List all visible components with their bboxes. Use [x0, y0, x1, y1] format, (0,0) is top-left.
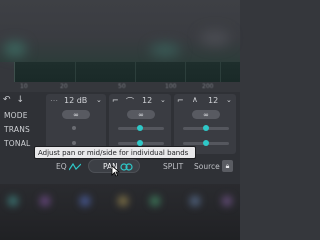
spectrum-glow [4, 42, 26, 56]
band-3-tonal-handle[interactable] [203, 140, 209, 146]
band-1-trans-knob[interactable] [72, 126, 76, 130]
tab-split-label: SPLIT [163, 162, 184, 171]
band-2-shape-icon[interactable]: ⌒ [126, 96, 134, 107]
spectrum-display[interactable] [14, 62, 240, 82]
blurred-dot [150, 196, 160, 206]
band-3-gain-label[interactable]: 12 [208, 96, 218, 105]
band-3-filter-icon[interactable]: ⌐ [177, 96, 184, 105]
grid-line [220, 62, 221, 82]
blurred-dot [190, 196, 200, 206]
band-2-trans-handle[interactable] [137, 125, 143, 131]
band-1-gain-label[interactable]: 12 dB [64, 96, 87, 105]
link-icon: ∞ [203, 110, 209, 119]
mouse-cursor-icon [111, 165, 120, 177]
band-3-mode-link[interactable]: ∞ [192, 110, 220, 119]
tab-split[interactable]: SPLIT [163, 162, 183, 171]
frequency-tick: 50 [118, 83, 126, 90]
band-2-filter-icon[interactable]: ⌐ [112, 96, 119, 105]
blurred-dot [222, 196, 232, 206]
frequency-tick: 200 [202, 83, 214, 90]
lock-icon: 🔒︎ [225, 161, 230, 170]
source-label: Source [194, 162, 220, 171]
band-1-filter-icon[interactable]: ⋯ [50, 96, 58, 105]
blurred-dot [40, 196, 50, 206]
band-3-shape-icon[interactable]: ∧ [192, 95, 198, 104]
grid-line [135, 62, 136, 82]
blurred-dot [8, 196, 18, 206]
frequency-tick: 100 [165, 83, 177, 90]
tab-eq[interactable]: EQ [56, 162, 81, 171]
frequency-tick: 10 [20, 83, 28, 90]
frequency-tick: 20 [60, 83, 68, 90]
blurred-dot [80, 196, 90, 206]
bottom-background [0, 184, 240, 240]
band-2-mode-link[interactable]: ∞ [127, 110, 155, 119]
row-label-trans: TRANS [4, 125, 30, 134]
undo-icon[interactable]: ↶ [3, 95, 11, 105]
spectrum-glow [150, 44, 180, 56]
band-3-trans-handle[interactable] [203, 125, 209, 131]
tab-eq-label: EQ [56, 162, 67, 171]
grid-line [185, 62, 186, 82]
lock-button[interactable]: 🔒︎ [222, 160, 233, 172]
panel-toolbar: ↶ ↓ [3, 95, 24, 105]
spectrum-glow [200, 30, 230, 46]
link-rings-icon [120, 162, 133, 171]
source-selector[interactable]: Source [194, 162, 220, 171]
link-icon: ∞ [73, 110, 79, 119]
eq-curve-icon [68, 162, 81, 170]
blurred-dot [118, 196, 128, 206]
chevron-down-icon[interactable]: ⌄ [96, 96, 102, 104]
link-icon: ∞ [138, 110, 144, 119]
grid-line [75, 62, 76, 82]
chevron-down-icon[interactable]: ⌄ [226, 96, 232, 104]
row-label-mode: MODE [4, 111, 28, 120]
band-2-gain-label[interactable]: 12 [142, 96, 152, 105]
chevron-down-icon[interactable]: ⌄ [160, 96, 166, 104]
spectrum-background [0, 0, 240, 62]
band-1-mode-link[interactable]: ∞ [62, 110, 90, 119]
arrow-down-icon[interactable]: ↓ [17, 95, 25, 105]
band-1-tonal-knob[interactable] [72, 141, 76, 145]
row-label-tonal: TONAL [4, 139, 31, 148]
